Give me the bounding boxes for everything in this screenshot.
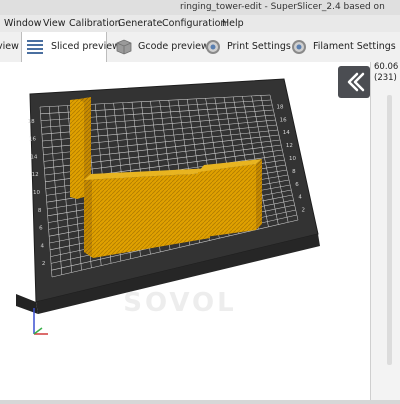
layers-icon xyxy=(27,40,43,54)
tab-label: Print Settings xyxy=(227,41,291,52)
menu-bar: Window View Calibration Generate Configu… xyxy=(0,15,400,32)
tab-gcode-preview[interactable]: Gcode preview xyxy=(111,32,209,62)
bed-tick-label: 6 xyxy=(39,226,43,232)
bed-tick-label: 10 xyxy=(33,190,40,196)
filament-spool-icon xyxy=(292,40,306,54)
bed-logo: SOVOL xyxy=(123,288,236,318)
layer-slider-panel: 60.06 (231) xyxy=(370,62,400,400)
bed-tick-label: 12 xyxy=(32,172,39,178)
bed-tick-label: 6 xyxy=(295,182,299,188)
menu-generate[interactable]: Generate xyxy=(118,15,162,32)
tab-label: Sliced preview xyxy=(51,41,120,52)
print-bed-scene: 18 18 16 16 14 14 12 12 10 10 8 8 6 6 4 4 2 2 SOVOL xyxy=(16,78,320,335)
double-chevron-left-icon xyxy=(347,72,365,92)
bed-tick-label: 4 xyxy=(41,243,45,249)
bed-tick-label: 8 xyxy=(38,208,42,214)
menu-view[interactable]: View xyxy=(43,15,66,32)
bed-tick-label: 4 xyxy=(298,195,302,201)
menu-configuration[interactable]: Configuration xyxy=(162,15,226,32)
gcode-cube-icon xyxy=(116,39,132,55)
tab-label: Gcode preview xyxy=(138,41,209,52)
bed-tick-label: 18 xyxy=(277,104,284,110)
tab-bar: view Sliced preview Gcode preview Print … xyxy=(0,32,400,63)
tab-3d-view[interactable]: view xyxy=(0,32,19,62)
layer-top-number: (231) xyxy=(374,73,397,83)
bed-tick-label: 16 xyxy=(29,137,36,143)
tab-filament-settings[interactable]: Filament Settings xyxy=(286,32,400,62)
layer-slider-track[interactable] xyxy=(387,95,392,365)
3d-viewport[interactable]: 18 18 16 16 14 14 12 12 10 10 8 8 6 6 4 4 2 2 SOVOL xyxy=(0,62,370,400)
bed-tick-label: 14 xyxy=(30,154,37,160)
tab-label: Filament Settings xyxy=(313,41,396,52)
bed-tick-label: 10 xyxy=(289,156,296,162)
window-title: ringing_tower-edit - SuperSlicer_2.4 bas… xyxy=(180,2,385,12)
collapse-sidebar-button[interactable] xyxy=(338,66,370,98)
bed-tick-label: 2 xyxy=(42,261,46,267)
window-titlebar: ringing_tower-edit - SuperSlicer_2.4 bas… xyxy=(0,0,400,15)
tab-print-settings[interactable]: Print Settings xyxy=(200,32,291,62)
tab-sliced-preview[interactable]: Sliced preview xyxy=(21,32,120,62)
menu-help[interactable]: Help xyxy=(222,15,244,32)
bed-tick-label: 8 xyxy=(292,169,296,175)
bed-tick-label: 16 xyxy=(280,117,287,123)
menu-calibration[interactable]: Calibration xyxy=(69,15,121,32)
bed-tick-label: 12 xyxy=(286,143,293,149)
layer-top-height: 60.06 xyxy=(374,62,399,72)
bed-tick-label: 14 xyxy=(283,130,290,136)
gear-icon xyxy=(206,40,220,54)
menu-window[interactable]: Window xyxy=(4,15,41,32)
bed-tick-label: 2 xyxy=(301,208,305,214)
bed-tick-label: 18 xyxy=(28,119,35,125)
